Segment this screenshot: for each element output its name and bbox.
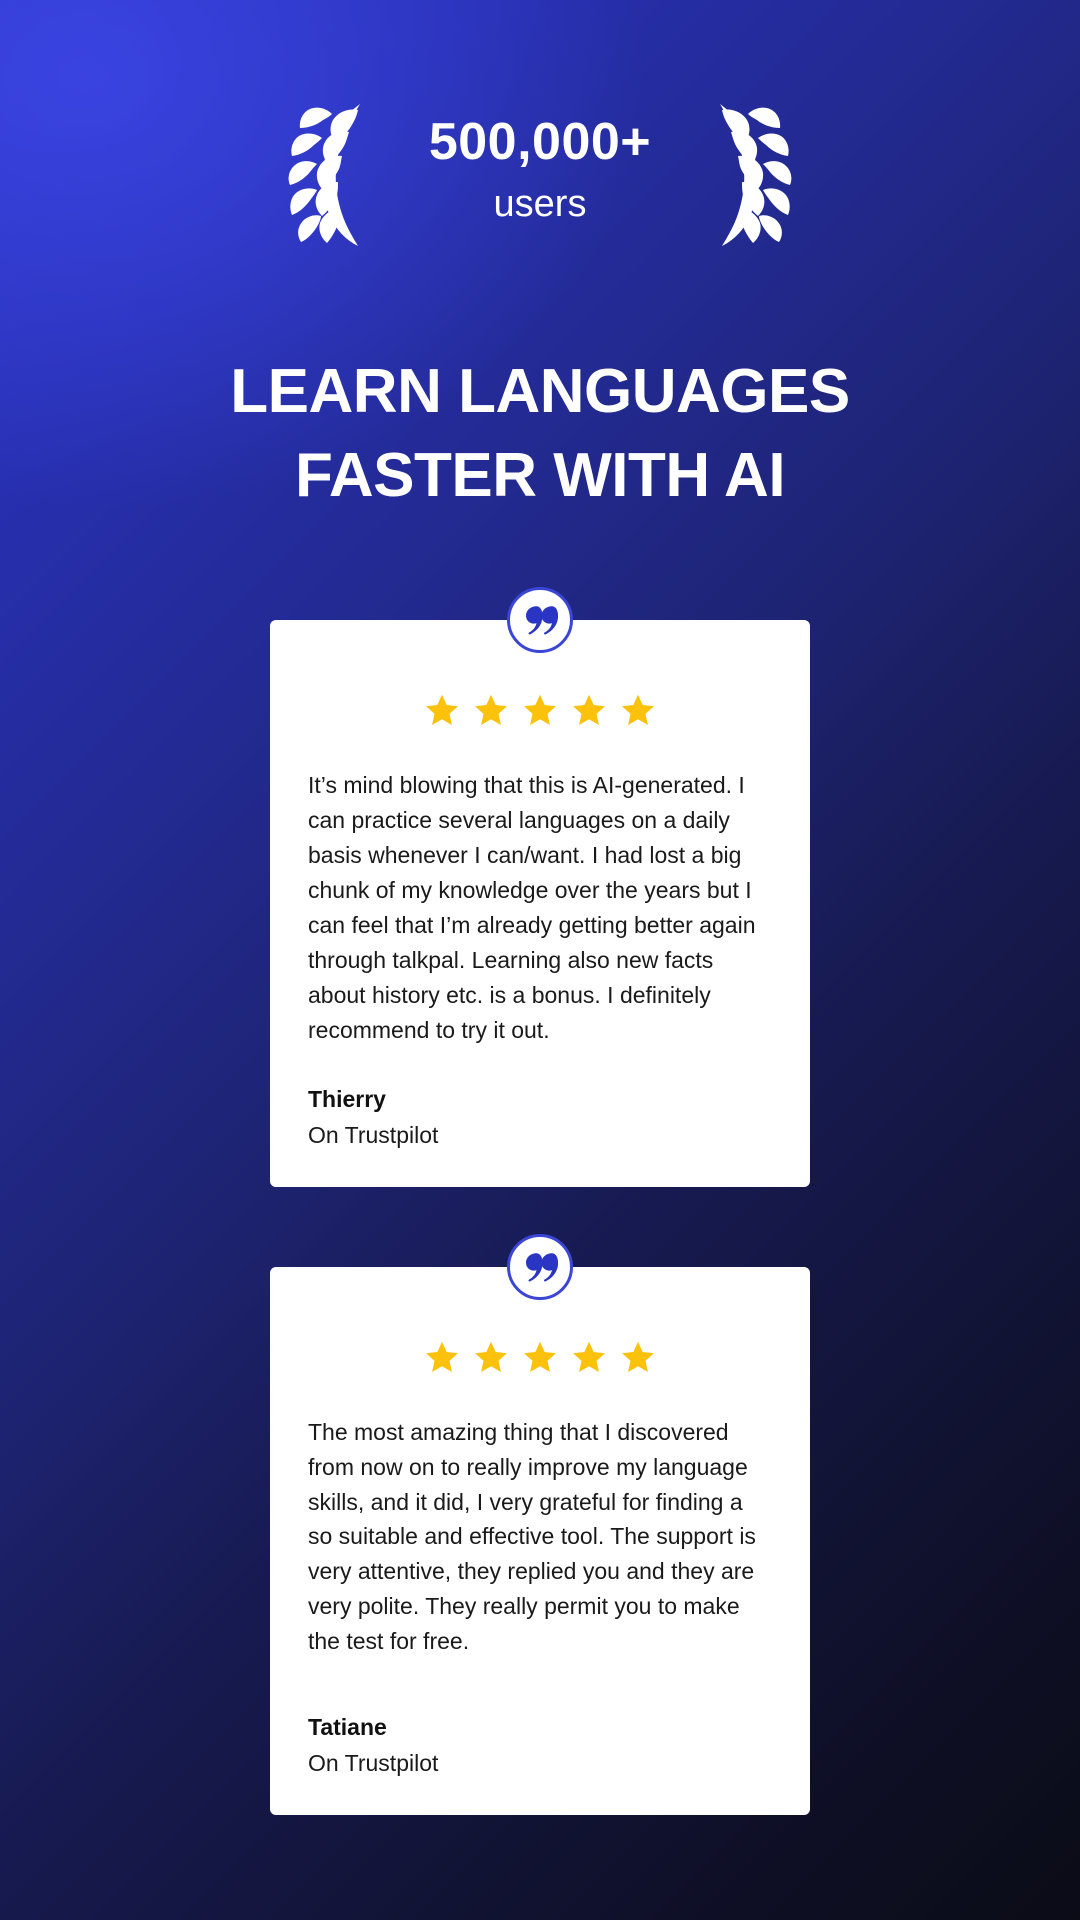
author-name: Tatiane <box>308 1713 387 1740</box>
card-spacer <box>308 1659 772 1709</box>
testimonial-card-wrapper: The most amazing thing that I discovered… <box>270 1233 810 1815</box>
card-spacer <box>308 1048 772 1082</box>
author-name: Thierry <box>308 1085 386 1112</box>
testimonial-card: The most amazing thing that I discovered… <box>270 1266 810 1815</box>
testimonial-text: The most amazing thing that I discovered… <box>308 1418 756 1655</box>
testimonial-author: Tatiane On Trustpilot <box>308 1710 772 1781</box>
star-icon <box>426 694 458 725</box>
user-count-value: 500,000+ <box>428 112 652 171</box>
testimonial-list: It’s mind blowing that this is AI-genera… <box>0 587 1080 1815</box>
testimonial-card: It’s mind blowing that this is AI-genera… <box>270 620 810 1187</box>
quote-mark-icon <box>507 1233 573 1300</box>
star-icon <box>524 694 556 725</box>
quote-mark-icon <box>507 587 573 653</box>
headline-line-1: LEARN LANGUAGES <box>230 357 850 426</box>
star-icon <box>524 1341 556 1372</box>
star-icon <box>475 694 507 725</box>
author-source: On Trustpilot <box>308 1122 439 1149</box>
star-rating <box>308 692 772 728</box>
star-icon <box>573 694 605 725</box>
testimonial-author: Thierry On Trustpilot <box>308 1082 772 1153</box>
star-icon <box>573 1341 605 1372</box>
star-icon <box>426 1341 458 1372</box>
testimonial-text: It’s mind blowing that this is AI-genera… <box>308 772 756 1043</box>
testimonial-card-wrapper: It’s mind blowing that this is AI-genera… <box>270 587 810 1187</box>
star-icon <box>622 694 654 725</box>
laurel-wreath-right-icon <box>690 98 794 248</box>
page-title: LEARN LANGUAGES FASTER WITH AI <box>0 350 1080 517</box>
user-count-badge: 500,000+ users <box>0 98 1080 248</box>
star-rating <box>308 1339 772 1375</box>
author-source: On Trustpilot <box>308 1750 439 1777</box>
star-icon <box>475 1341 507 1372</box>
user-count-label: users <box>493 182 587 225</box>
headline-line-2: FASTER WITH AI <box>294 440 786 510</box>
star-icon <box>622 1341 654 1372</box>
laurel-wreath-left-icon <box>286 98 390 248</box>
badge-text-group: 500,000+ users <box>390 115 690 231</box>
promo-page: 500,000+ users LEARN LANGUAGES FASTER WI… <box>0 0 1080 1920</box>
